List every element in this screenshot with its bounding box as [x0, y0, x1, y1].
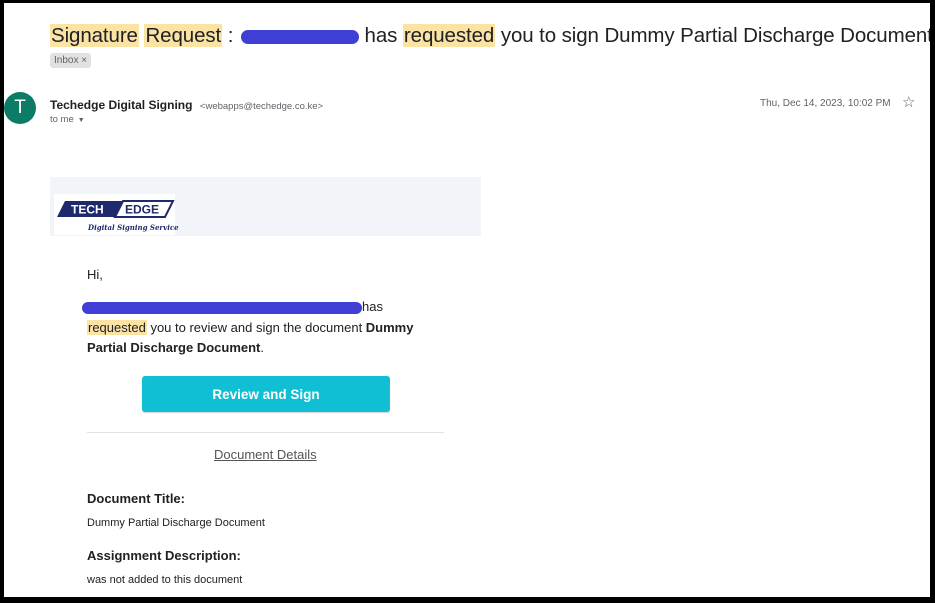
subject-colon: :	[222, 24, 234, 47]
document-title-label: Document Title:	[87, 491, 185, 506]
assignment-description-label: Assignment Description:	[87, 548, 241, 563]
sender-name[interactable]: Techedge Digital Signing	[50, 98, 192, 112]
line1-has: has	[362, 299, 383, 314]
sender-avatar[interactable]: T	[4, 92, 36, 124]
email-subject: Signature Request : has requested you to…	[50, 24, 930, 48]
techedge-logo-graphic: TECH EDGE	[57, 200, 175, 218]
redacted-requester	[82, 301, 362, 314]
redacted-name	[240, 29, 359, 44]
document-details-link[interactable]: Document Details	[214, 447, 317, 462]
document-name-part1: Dummy	[365, 320, 414, 335]
subject-word-requested: requested	[402, 24, 496, 47]
greeting: Hi,	[87, 267, 103, 282]
assignment-description-value: was not added to this document	[87, 574, 243, 586]
subject-word-has: has	[364, 24, 398, 47]
chevron-down-icon: ▼	[77, 117, 85, 124]
logo-text-edge: EDGE	[125, 203, 159, 217]
message-line-3: Partial Discharge Document.	[87, 340, 264, 355]
highlight-requested: requested	[87, 320, 147, 335]
line2-rest: you to review and sign the document	[146, 320, 366, 335]
logo-text-tech: TECH	[71, 203, 104, 217]
email-date: Thu, Dec 14, 2023, 10:02 PM	[760, 98, 891, 109]
recipients-toggle[interactable]: to me ▼	[50, 114, 85, 125]
message-line-1: has	[82, 299, 383, 314]
message-line-2: requested you to review and sign the doc…	[87, 320, 413, 335]
inbox-label-text: Inbox	[54, 55, 79, 66]
remove-label-icon[interactable]: ×	[81, 55, 87, 66]
recipients-label: to me	[50, 114, 74, 125]
document-title-value: Dummy Partial Discharge Document	[87, 517, 265, 529]
subject-word-request: Request	[144, 24, 223, 47]
email-view: Signature Request : has requested you to…	[4, 3, 930, 597]
line3-period: .	[260, 340, 265, 355]
sender-line: Techedge Digital Signing <webapps@teched…	[50, 96, 323, 114]
subject-rest: you to sign Dummy Partial Discharge Docu…	[500, 24, 930, 47]
sender-email: <webapps@techedge.co.ke>	[199, 101, 324, 112]
review-and-sign-button[interactable]: Review and Sign	[142, 376, 390, 412]
document-name-part2: Partial Discharge Document	[87, 340, 261, 355]
inbox-label-chip[interactable]: Inbox ×	[50, 53, 92, 68]
divider	[87, 432, 444, 433]
logo-tagline: Digital Signing Service	[88, 223, 179, 232]
subject-word-signature: Signature	[50, 24, 139, 47]
star-outline-icon[interactable]: ☆	[902, 93, 915, 111]
